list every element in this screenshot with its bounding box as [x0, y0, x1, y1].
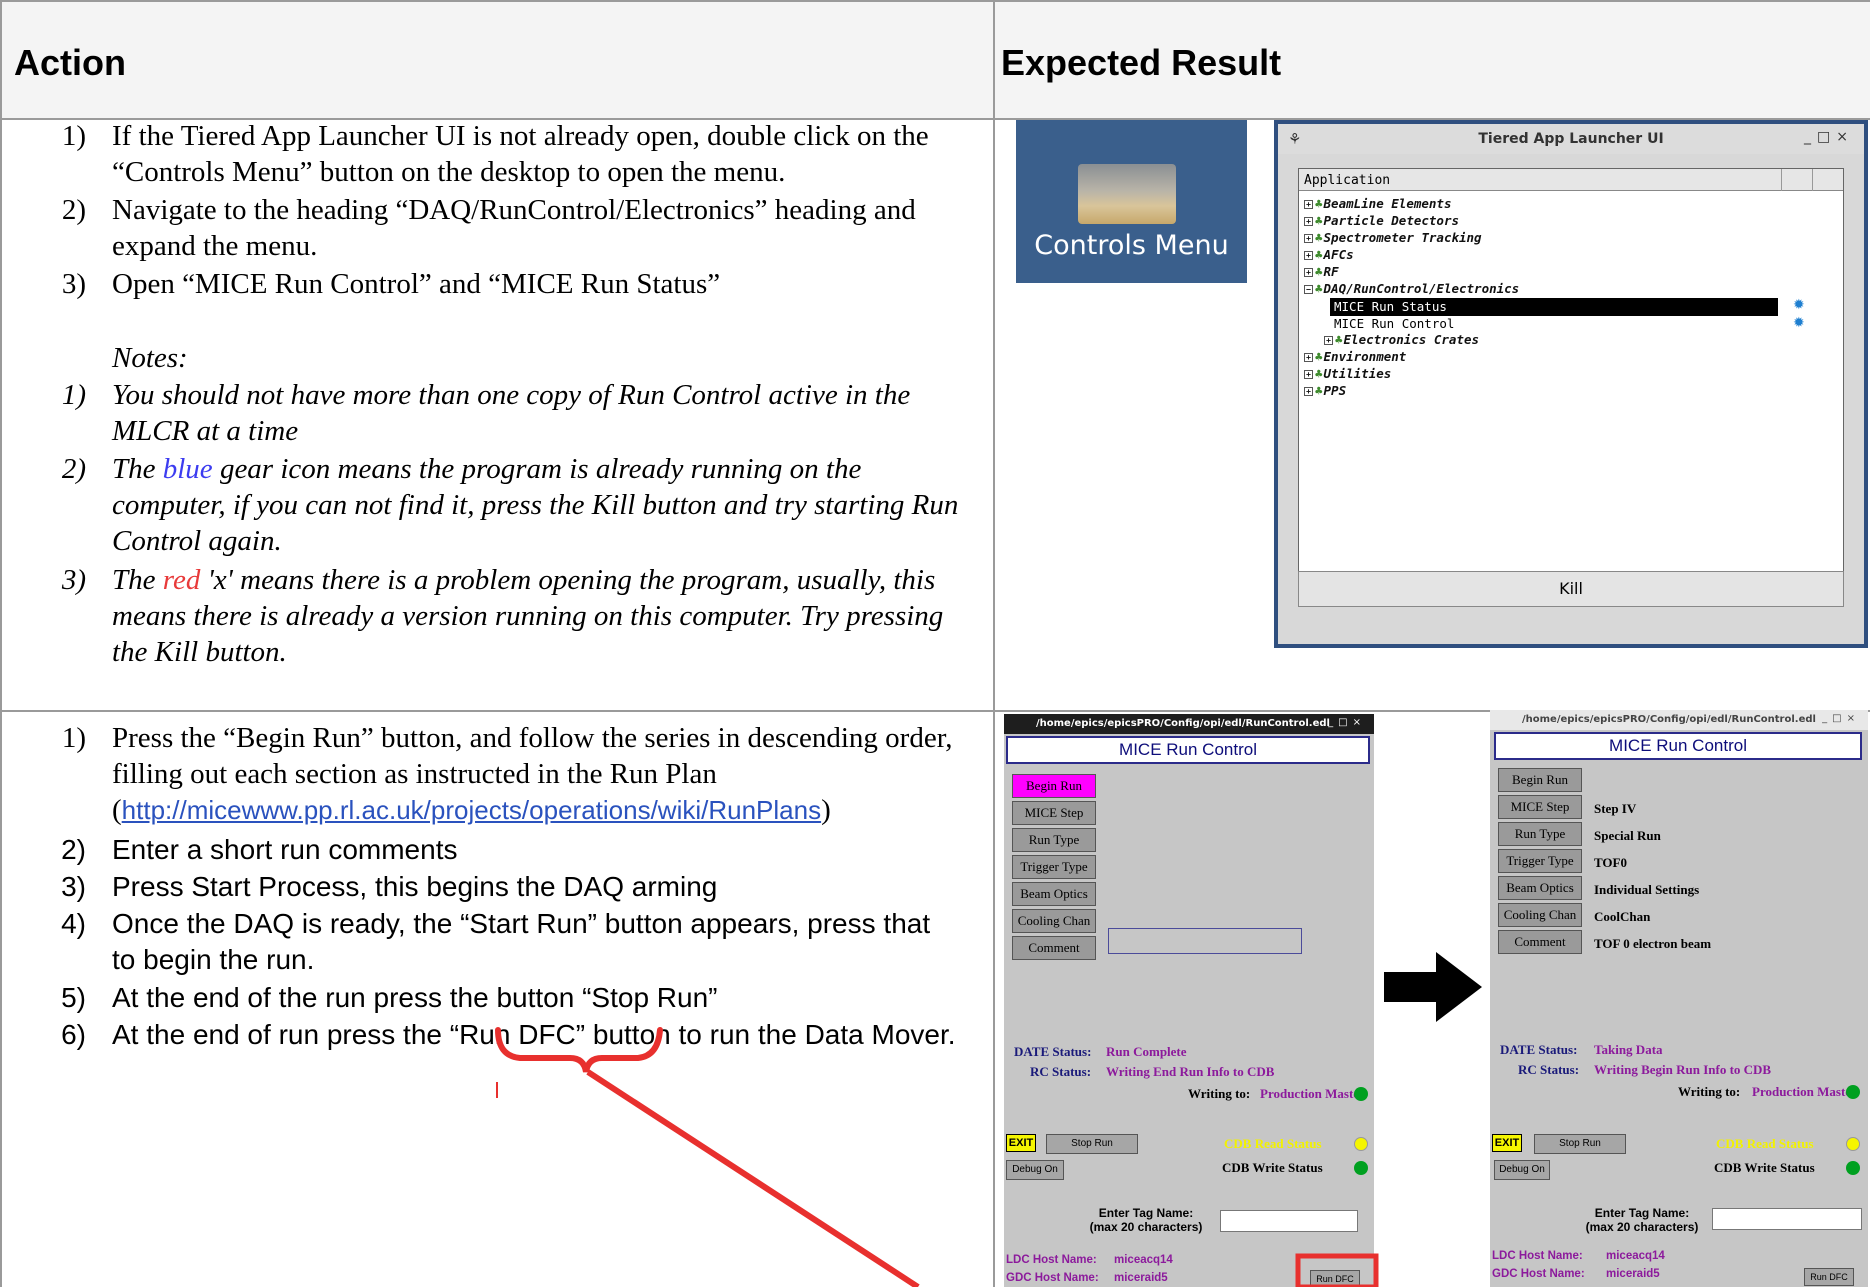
annotation-pointer-line	[586, 1069, 920, 1287]
annotation-brace	[495, 1027, 663, 1073]
run-dfc-highlight-box	[1295, 1253, 1379, 1287]
annotation-overlay	[495, 1027, 1379, 1287]
